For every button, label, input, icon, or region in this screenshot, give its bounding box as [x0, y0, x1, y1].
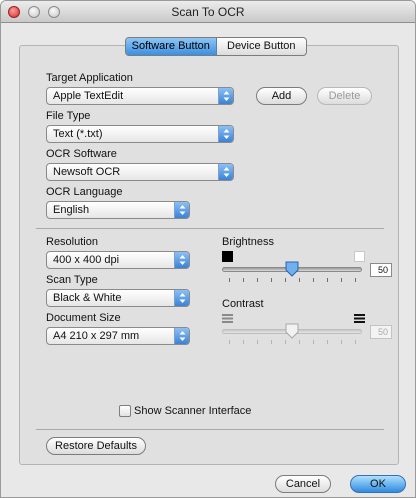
scan-type-label: Scan Type: [46, 274, 98, 286]
ocr-language-label: OCR Language: [46, 186, 123, 198]
popup-arrows-icon: [218, 126, 233, 142]
dark-swatch-icon: [222, 251, 233, 262]
scan-type-value: Black & White: [53, 292, 122, 304]
add-button[interactable]: Add: [256, 87, 307, 105]
tab-software-button[interactable]: Software Button: [126, 38, 217, 55]
document-size-select[interactable]: A4 210 x 297 mm: [46, 327, 190, 345]
document-size-value: A4 210 x 297 mm: [53, 330, 140, 342]
low-contrast-icon: [222, 313, 233, 324]
resolution-label: Resolution: [46, 236, 98, 248]
popup-arrows-icon: [218, 164, 233, 180]
popup-arrows-icon: [174, 290, 189, 306]
popup-arrows-icon: [174, 252, 189, 268]
button-mode-tabs: Software Button Device Button: [125, 37, 307, 56]
ocr-software-value: Newsoft OCR: [53, 166, 121, 178]
section-divider: [36, 228, 384, 229]
brightness-label: Brightness: [222, 236, 274, 248]
window-title: Scan To OCR: [171, 5, 245, 19]
resolution-value: 400 x 400 dpi: [53, 254, 120, 266]
contrast-ticks: [222, 340, 362, 346]
ocr-language-select[interactable]: English: [46, 201, 190, 219]
file-type-value: Text (*.txt): [53, 128, 103, 140]
show-scanner-interface-checkbox[interactable]: [119, 405, 131, 417]
title-bar[interactable]: Scan To OCR: [1, 1, 415, 23]
scan-to-ocr-dialog: Scan To OCR Software Button Device Butto…: [0, 0, 416, 498]
footer-divider: [36, 429, 384, 430]
light-swatch-icon: [354, 251, 365, 262]
contrast-value-field[interactable]: 50: [370, 325, 392, 339]
popup-arrows-icon: [218, 88, 233, 104]
document-size-label: Document Size: [46, 312, 121, 324]
restore-defaults-button[interactable]: Restore Defaults: [46, 437, 146, 455]
popup-arrows-icon: [174, 328, 189, 344]
delete-button[interactable]: Delete: [317, 87, 372, 105]
file-type-select[interactable]: Text (*.txt): [46, 125, 234, 143]
ocr-software-select[interactable]: Newsoft OCR: [46, 163, 234, 181]
cancel-button[interactable]: Cancel: [275, 475, 331, 493]
brightness-ticks: [222, 278, 362, 284]
ocr-software-label: OCR Software: [46, 148, 117, 160]
scan-type-select[interactable]: Black & White: [46, 289, 190, 307]
show-scanner-interface-label: Show Scanner Interface: [134, 405, 252, 417]
target-application-value: Apple TextEdit: [53, 90, 124, 102]
target-application-label: Target Application: [46, 72, 133, 84]
high-contrast-icon: [354, 313, 365, 324]
tab-device-button[interactable]: Device Button: [217, 38, 307, 55]
ok-button[interactable]: OK: [350, 475, 406, 493]
ocr-language-value: English: [53, 204, 90, 216]
target-application-select[interactable]: Apple TextEdit: [46, 87, 234, 105]
popup-arrows-icon: [174, 202, 189, 218]
file-type-label: File Type: [46, 110, 91, 122]
contrast-label: Contrast: [222, 298, 264, 310]
brightness-value-field[interactable]: 50: [370, 263, 392, 277]
resolution-select[interactable]: 400 x 400 dpi: [46, 251, 190, 269]
